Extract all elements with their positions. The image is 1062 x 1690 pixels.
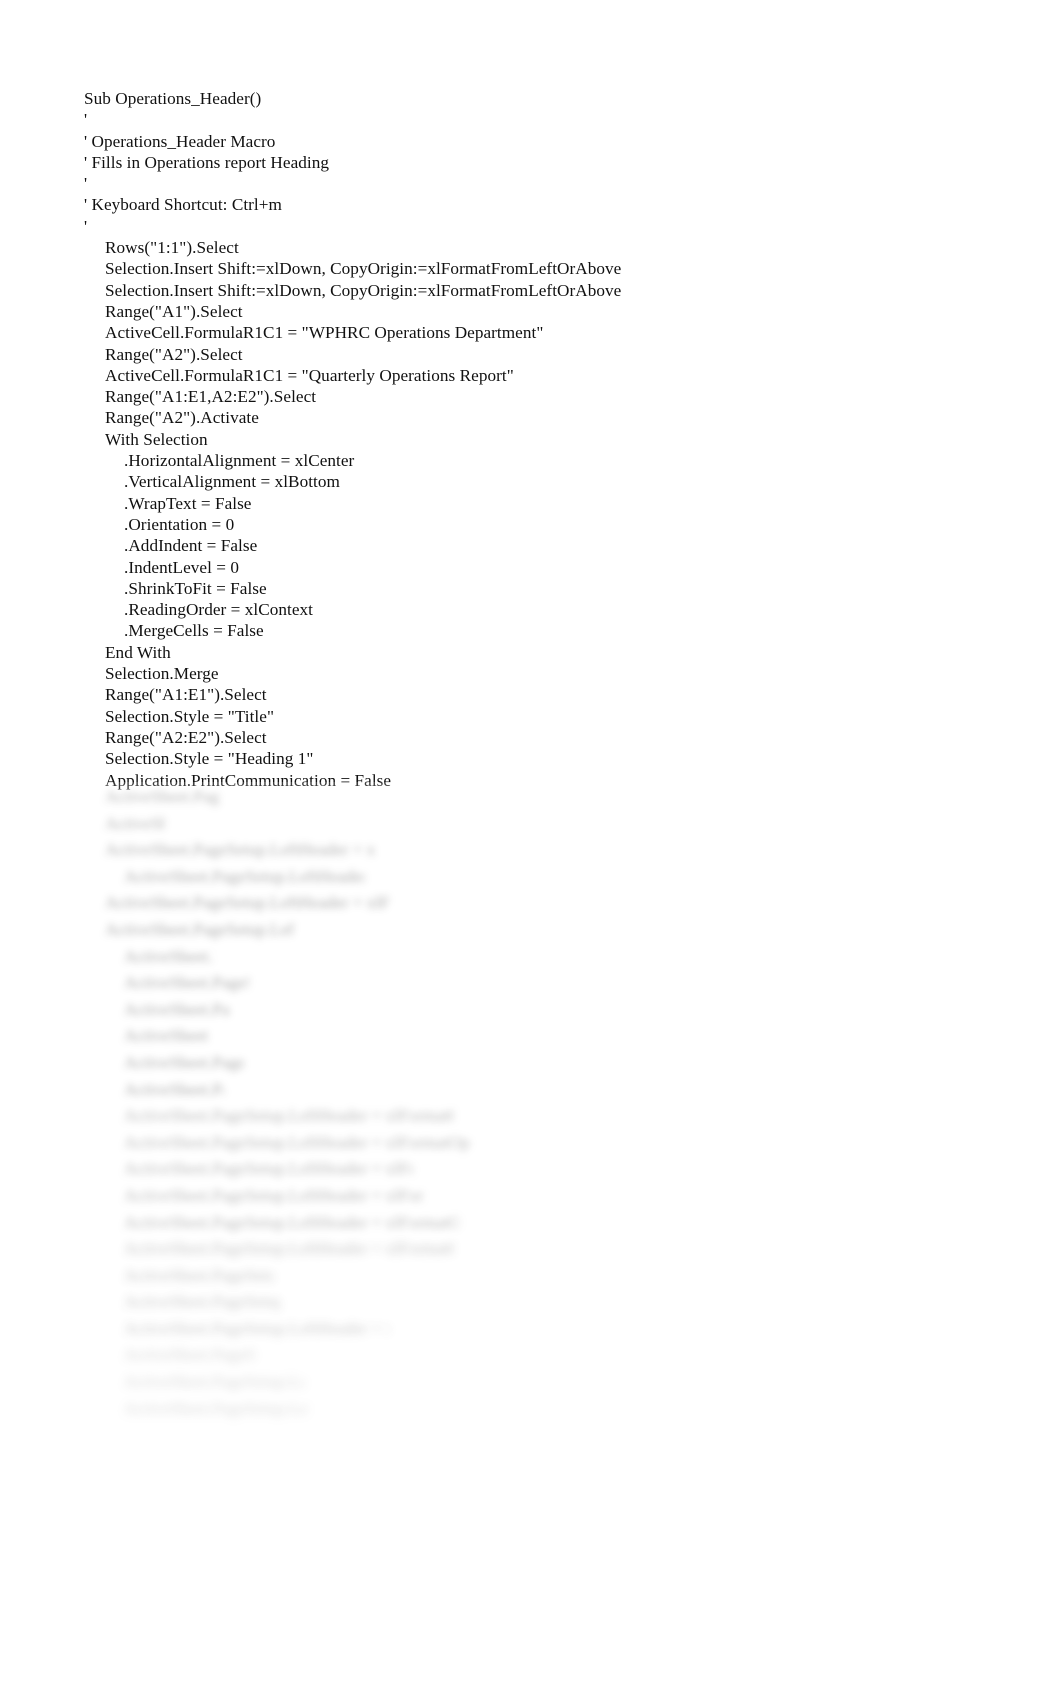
code-line: Selection.Style = "Title" (105, 706, 275, 726)
redacted-line: ActiveSheet.PageSetup.LeftHeader = xlFor… (124, 1398, 309, 1418)
redacted-line: ActiveSheet.PageSetup.LeftHeader = xlFor… (124, 1132, 469, 1152)
redacted-line: ActiveSheet.PageSetup.LeftHeader = xlFor… (124, 866, 364, 886)
redacted-line: ActiveSheet.PageSetup.LeftHeader = xlFor… (124, 1026, 209, 1046)
code-line: .Orientation = 0 (124, 514, 235, 534)
redacted-line: ActiveSheet.PageSetup.LeftHeader = xlFor… (124, 1372, 304, 1392)
code-line: Selection.Insert Shift:=xlDown, CopyOrig… (105, 259, 622, 279)
code-line: Rows("1:1").Select (105, 238, 239, 258)
code-line: .IndentLevel = 0 (124, 557, 240, 577)
code-line: .ShrinkToFit = False (124, 578, 267, 598)
code-line: .MergeCells = False (124, 621, 264, 641)
redacted-line: ActiveSheet.PageSetup.LeftHeader = xlFor… (124, 1265, 274, 1285)
code-line: ActiveCell.FormulaR1C1 = "WPHRC Operatio… (105, 323, 544, 343)
redacted-line: ActiveSheet.PageSetup.LeftHeader = xlFor… (124, 1345, 254, 1365)
redacted-line: ActiveSheet.PageSetup.LeftHeader = xlFor… (124, 1185, 424, 1205)
code-line: ' Fills in Operations report Heading (84, 152, 330, 172)
code-line: Sub Operations_Header() (84, 89, 262, 108)
document-page: Sub Operations_Header() ' ' Operations_Hea… (0, 0, 1062, 1690)
code-line: Range("A2").Activate (105, 408, 259, 428)
redacted-line: ActiveSheet.PageSetup.LeftHeader = xlFor… (105, 840, 375, 860)
code-line: Range("A1:E1").Select (105, 685, 267, 705)
redacted-line: ActiveSheet.PageSetup.LeftHeader = xlFor… (124, 999, 229, 1019)
vba-code-block: Sub Operations_Header() ' ' Operations_Hea… (84, 88, 984, 791)
redacted-line: ActiveSheet.PageSetup.LeftHeader = xlFor… (105, 893, 390, 913)
code-line: With Selection (105, 429, 208, 449)
code-line: .AddIndent = False (124, 536, 258, 556)
redacted-line: ActiveSheet.PageSetup.LeftHeader = xlFor… (124, 1212, 459, 1232)
code-line: ' Keyboard Shortcut: Ctrl+m (84, 195, 282, 215)
code-line: Range("A2:E2").Select (105, 727, 267, 747)
code-line: ActiveCell.FormulaR1C1 = "Quarterly Oper… (105, 365, 514, 385)
code-line: .HorizontalAlignment = xlCenter (124, 451, 355, 471)
code-line: Range("A1").Select (105, 301, 243, 321)
code-line: ' (84, 174, 88, 194)
code-line: Selection.Style = "Heading 1" (105, 749, 314, 769)
redacted-line: ActiveSheet.PageSetup.LeftHeader = xlFor… (124, 1052, 244, 1072)
redacted-line: ActiveSheet.PageSetup.LeftHeader = xlFor… (124, 1106, 454, 1126)
redacted-line: ActiveSheet.PageSetup.LeftHeader = xlFor… (105, 919, 295, 939)
code-line: Selection.Insert Shift:=xlDown, CopyOrig… (105, 280, 622, 300)
code-line: ' Operations_Header Macro (84, 131, 276, 151)
code-line: Range("A2").Select (105, 344, 243, 364)
redacted-line: ActiveSheet.PageSetup.LeftHeader = xlFor… (124, 973, 249, 993)
code-line: .VerticalAlignment = xlBottom (124, 472, 340, 492)
code-line: ' (84, 216, 88, 236)
redacted-line: ActiveSheet.PageSetup.LeftHeader = xlFor… (105, 787, 220, 806)
redacted-line: ActiveSheet.PageSetup.LeftHeader = xlFor… (124, 1079, 224, 1099)
code-line: .WrapText = False (124, 493, 252, 513)
redacted-line: ActiveSheet.PageSetup.LeftHeader = xlFor… (124, 1239, 454, 1259)
code-line: End With (105, 642, 171, 662)
redacted-line: ActiveSheet.PageSetup.LeftHeader = xlFor… (124, 1159, 414, 1179)
redacted-code-block: ActiveSheet.PageSetup.LeftHeader = xlFor… (78, 781, 984, 1431)
code-line: Selection.Merge (105, 664, 219, 684)
code-line: Range("A1:E1,A2:E2").Select (105, 387, 317, 407)
code-line: ' (84, 110, 88, 130)
redacted-line: ActiveSheet.PageSetup.LeftHeader = xlFor… (105, 813, 165, 833)
code-line: .ReadingOrder = xlContext (124, 600, 313, 620)
redacted-line: ActiveSheet.PageSetup.LeftHeader = xlFor… (124, 1318, 389, 1338)
redacted-line: ActiveSheet.PageSetup.LeftHeader = xlFor… (124, 946, 214, 966)
redacted-line: ActiveSheet.PageSetup.LeftHeader = xlFor… (124, 1292, 279, 1312)
